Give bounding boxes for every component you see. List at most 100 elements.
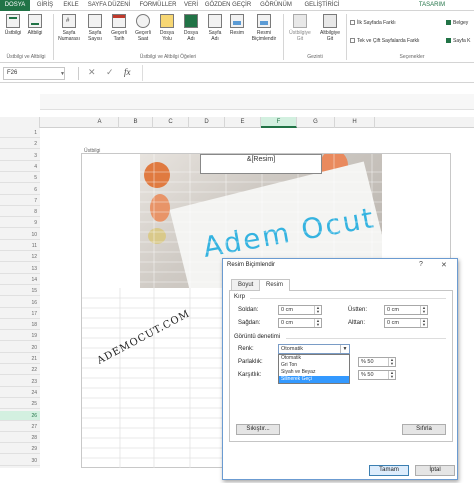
enter-icon[interactable]: ✓ [106,67,114,78]
column-header[interactable]: E [225,117,261,128]
column-header[interactable]: D [189,117,225,128]
row-header[interactable]: 17 [0,309,40,319]
spinner-arrows-icon[interactable]: ▲ ▼ [388,371,395,379]
row-header[interactable]: 3 [0,151,40,161]
crop-bottom-input[interactable]: 0 cm ▲ ▼ [384,318,428,328]
crop-right-input[interactable]: 0 cm ▲ ▼ [278,318,322,328]
format-picture-button[interactable]: Resmi Biçimlendir [248,14,280,42]
compress-button[interactable]: Sıkıştır... [236,424,280,435]
function-icon[interactable]: fx [124,67,131,77]
header-center-field[interactable]: &[Resim] [200,154,322,174]
spinner-arrows-icon[interactable]: ▲ ▼ [420,319,427,327]
crop-top-input[interactable]: 0 cm ▲ ▼ [384,305,428,315]
row-header[interactable]: 10 [0,230,40,240]
tab-insert[interactable]: EKLE [60,0,82,11]
align-with-margins-checkbox[interactable]: Sayfa K [446,38,471,44]
color-option[interactable]: Otomatik [279,355,349,362]
column-header[interactable]: A [81,117,119,128]
row-header[interactable]: 19 [0,331,40,342]
tab-formulas[interactable]: FORMÜLLER [136,0,180,11]
dialog-title: Resim Biçimlendir [227,262,276,268]
row-header[interactable]: 18 [0,320,40,331]
column-header[interactable]: B [119,117,153,128]
row-header[interactable]: 24 [0,388,40,398]
odd-even-different-checkbox[interactable]: Tek ve Çift Sayfalarda Farklı [350,38,420,44]
row-header[interactable]: 1 [0,128,40,138]
page-count-button[interactable]: Sayfa Sayısı [84,14,106,42]
first-page-different-checkbox[interactable]: İlk Sayfada Farklı [350,20,396,26]
row-header[interactable]: 6 [0,185,40,195]
row-header[interactable]: 7 [0,196,40,206]
row-header[interactable]: 2 [0,139,40,150]
tab-size[interactable]: Boyut [231,279,261,290]
reset-button[interactable]: Sıfırla [402,424,446,435]
row-header[interactable]: 13 [0,264,40,274]
scale-with-document-checkbox[interactable]: Belgey [446,20,468,26]
brightness-input[interactable]: % 50 ▲ ▼ [358,357,396,367]
crop-left-input[interactable]: 0 cm ▲ ▼ [278,305,322,315]
row-header[interactable]: 21 [0,354,40,364]
column-header[interactable]: G [297,117,335,128]
row-header[interactable]: 29 [0,444,40,455]
color-option[interactable]: Gri Ton [279,362,349,369]
select-all-corner[interactable] [0,117,40,128]
row-header[interactable]: 12 [0,252,40,263]
column-header[interactable]: H [335,117,375,128]
row-header[interactable]: 16 [0,298,40,308]
row-header[interactable]: 27 [0,422,40,432]
tab-picture[interactable]: Resim [259,279,291,291]
row-header[interactable]: 8 [0,207,40,218]
tab-page-layout[interactable]: SAYFA DÜZENİ [86,0,132,11]
row-header[interactable]: 11 [0,241,40,251]
file-path-button[interactable]: Dosya Yolu [156,14,178,42]
column-header-selected[interactable]: F [261,117,297,128]
spinner-arrows-icon[interactable]: ▲ ▼ [420,306,427,314]
tab-developer[interactable]: GELİŞTİRİCİ [300,0,344,11]
row-header[interactable]: 14 [0,275,40,285]
row-header[interactable]: 20 [0,343,40,353]
contrast-input[interactable]: % 50 ▲ ▼ [358,370,396,380]
goto-header-button[interactable]: Üstbilgiye Git [286,14,314,42]
tab-design[interactable]: TASARIM [412,0,452,11]
current-date-button[interactable]: Geçerli Tarih [108,14,130,42]
goto-footer-button[interactable]: Altbilgiye Git [316,14,344,42]
row-header[interactable]: 28 [0,433,40,444]
help-icon[interactable]: ? [419,261,423,268]
cancel-button[interactable]: İptal [415,465,455,476]
tab-review[interactable]: GÖZDEN GEÇİR [203,0,253,11]
header-button[interactable]: Üstbilgi [2,14,24,36]
picture-button[interactable]: Resim [226,14,248,36]
page-number-button[interactable]: # Sayfa Numarası [56,14,82,42]
row-header[interactable]: 15 [0,286,40,297]
tab-file[interactable]: DOSYA [0,0,30,11]
sheet-name-button[interactable]: Sayfa Adı [204,14,226,42]
spinner-arrows-icon[interactable]: ▲ ▼ [388,358,395,366]
color-option-selected[interactable]: Silinerek Geçi [279,376,349,383]
row-header[interactable]: 9 [0,218,40,229]
tab-data[interactable]: VERİ [182,0,200,11]
chevron-down-icon[interactable]: ▼ [340,345,349,353]
spinner-arrows-icon[interactable]: ▲ ▼ [314,319,321,327]
row-header[interactable]: 23 [0,377,40,387]
tab-home[interactable]: GİRİŞ [33,0,57,11]
row-header[interactable]: 5 [0,173,40,184]
file-name-button[interactable]: Dosya Adı [180,14,202,42]
row-header[interactable]: 22 [0,365,40,376]
spinner-arrows-icon[interactable]: ▲ ▼ [314,306,321,314]
row-header[interactable]: 30 [0,456,40,466]
column-header[interactable]: C [153,117,189,128]
ok-button[interactable]: Tamam [369,465,409,476]
row-header-selected[interactable]: 26 [0,410,40,421]
color-option[interactable]: Siyah ve Beyaz [279,369,349,376]
footer-button[interactable]: Altbilgi [24,14,46,36]
color-dropdown[interactable]: Otomatik ▼ [278,344,350,354]
cancel-icon[interactable]: ✕ [88,67,96,78]
close-icon[interactable]: ✕ [441,261,447,269]
current-time-button[interactable]: Geçerli Saat [132,14,154,42]
name-box[interactable]: F26 [3,67,65,80]
tab-view[interactable]: GÖRÜNÜM [256,0,296,11]
row-header[interactable]: 25 [0,399,40,410]
formula-input[interactable] [142,65,472,81]
row-header[interactable]: 4 [0,162,40,172]
chevron-down-icon[interactable]: ▼ [60,71,65,77]
